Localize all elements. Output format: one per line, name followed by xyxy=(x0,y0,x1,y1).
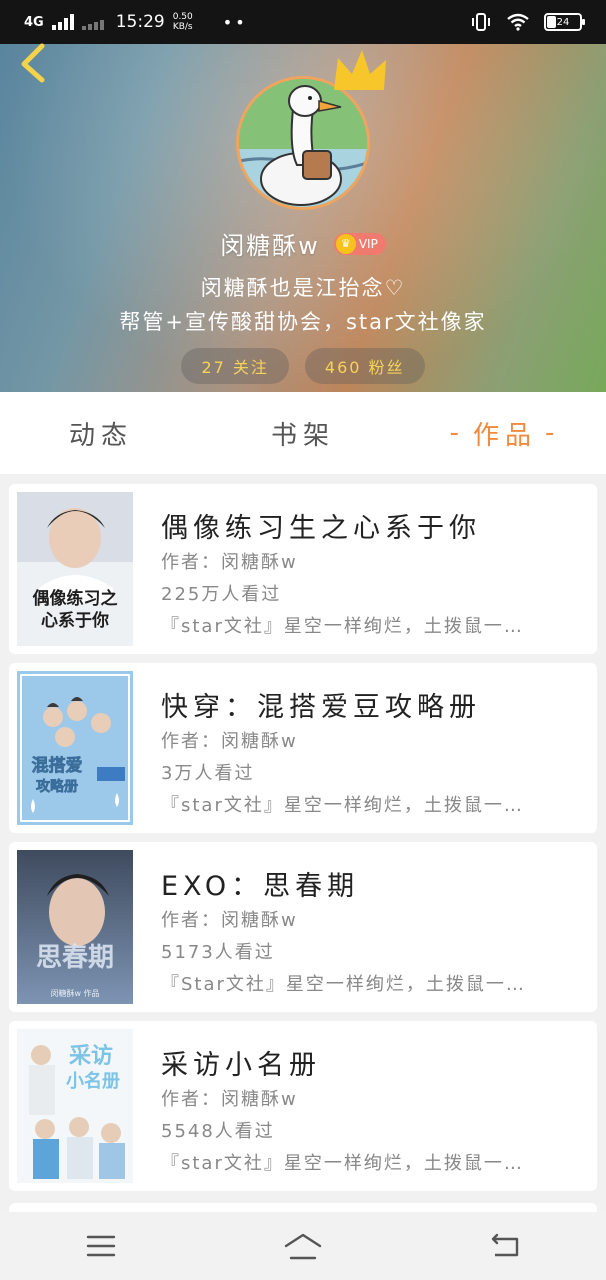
book-card[interactable]: 思春期 闵糖酥w 作品 EXO：思春期 作者：闵糖酥w 5173人看过 『Sta… xyxy=(9,842,597,1012)
book-views: 3万人看过 xyxy=(161,763,255,784)
tab-works[interactable]: - 作品 - xyxy=(404,392,606,474)
network-speed: 0.50 KB/s xyxy=(172,12,193,32)
battery-icon: 24 xyxy=(544,13,585,31)
book-title: EXO：思春期 xyxy=(161,871,360,902)
tab-active-decor-right: - xyxy=(545,418,561,448)
tab-bookshelf[interactable]: 书架 xyxy=(202,392,404,474)
svg-text:思春期: 思春期 xyxy=(36,943,114,973)
menu-icon xyxy=(86,1235,116,1257)
tab-active-decor-left: - xyxy=(449,418,465,448)
notification-dots: •• xyxy=(222,12,248,32)
tab-feed[interactable]: 动态 xyxy=(0,392,202,474)
signal-icon-secondary xyxy=(81,14,104,30)
profile-tabs: 动态 书架 - 作品 - xyxy=(0,392,606,474)
clock: 15:29 xyxy=(115,12,165,32)
cover-title-text: 偶像练习之 xyxy=(33,588,118,609)
menu-button[interactable] xyxy=(71,1221,131,1271)
svg-text:混搭爱: 混搭爱 xyxy=(32,755,83,776)
book-views: 225万人看过 xyxy=(161,584,282,605)
svg-text:闵糖酥w 作品: 闵糖酥w 作品 xyxy=(50,988,99,998)
username-row: 闵糖酥w ♛ VIP xyxy=(0,226,606,261)
system-navigation-bar xyxy=(0,1212,606,1280)
chevron-left-icon xyxy=(21,43,45,83)
book-description: 『star文社』星空一样绚烂，土拨鼠一… xyxy=(161,616,524,637)
book-title: 偶像练习生之心系于你 xyxy=(161,513,481,544)
vibrate-icon xyxy=(472,13,490,31)
username: 闵糖酥w xyxy=(220,232,320,260)
vip-crown-icon: ♛ xyxy=(335,233,356,254)
book-card[interactable]: 混搭爱 攻略册 快穿：混搭爱豆攻略册 作者：闵糖酥w 3万人看过 『star文社… xyxy=(9,663,597,833)
book-views: 5548人看过 xyxy=(161,1121,275,1142)
home-icon xyxy=(284,1233,322,1260)
svg-text:采访: 采访 xyxy=(69,1043,113,1069)
book-card[interactable]: 采访 小名册 采访小名册 作者：闵糖酥w 5548人看过 『star文社』星空一… xyxy=(9,1021,597,1191)
book-description: 『star文社』星空一样绚烂，土拨鼠一… xyxy=(161,1153,524,1174)
svg-text:攻略册: 攻略册 xyxy=(36,778,78,795)
status-bar: 4G 15:29 0.50 KB/s •• 24 xyxy=(0,0,606,44)
avatar-container[interactable] xyxy=(236,50,386,210)
bio-line-2: 帮管+宣传酸甜协会，star文社像家 xyxy=(119,310,487,334)
book-card[interactable]: 偶像练习之 心系于你 偶像练习生之心系于你 作者：闵糖酥w 225万人看过 『s… xyxy=(9,484,597,654)
book-author: 作者：闵糖酥w xyxy=(161,910,298,931)
crown-icon xyxy=(334,50,386,90)
back-button[interactable] xyxy=(14,40,54,84)
book-description: 『Star文社』星空一样绚烂，土拨鼠一… xyxy=(161,974,526,995)
vip-badge[interactable]: ♛ VIP xyxy=(333,232,386,255)
book-description: 『star文社』星空一样绚烂，土拨鼠一… xyxy=(161,795,524,816)
book-title: 快穿：混搭爱豆攻略册 xyxy=(161,692,481,723)
network-indicator: 4G xyxy=(24,14,44,30)
book-cover[interactable]: 偶像练习之 心系于你 xyxy=(17,492,133,646)
wifi-icon xyxy=(507,13,529,31)
book-title: 采访小名册 xyxy=(161,1050,321,1081)
signal-icon xyxy=(51,14,74,30)
return-button[interactable] xyxy=(475,1221,535,1271)
book-author: 作者：闵糖酥w xyxy=(161,731,298,752)
bio-line-1: 闵糖酥也是江抬念♡ xyxy=(200,276,406,300)
book-cover[interactable]: 采访 小名册 xyxy=(17,1029,133,1183)
book-views: 5173人看过 xyxy=(161,942,275,963)
following-button[interactable]: 27 关注 xyxy=(181,348,289,384)
home-button[interactable] xyxy=(273,1221,333,1271)
stats-row: 27 关注 460 粉丝 xyxy=(0,348,606,384)
book-author: 作者：闵糖酥w xyxy=(161,552,298,573)
followers-button[interactable]: 460 粉丝 xyxy=(304,348,425,384)
book-author: 作者：闵糖酥w xyxy=(161,1089,298,1110)
return-icon xyxy=(491,1233,519,1257)
book-cover[interactable]: 混搭爱 攻略册 xyxy=(17,671,133,825)
profile-header: 4G 15:29 0.50 KB/s •• 24 闵糖酥w ♛ VIP 闵糖酥也… xyxy=(0,0,606,392)
svg-text:小名册: 小名册 xyxy=(66,1070,120,1092)
svg-text:心系于你: 心系于你 xyxy=(41,610,109,631)
book-cover[interactable]: 思春期 闵糖酥w 作品 xyxy=(17,850,133,1004)
